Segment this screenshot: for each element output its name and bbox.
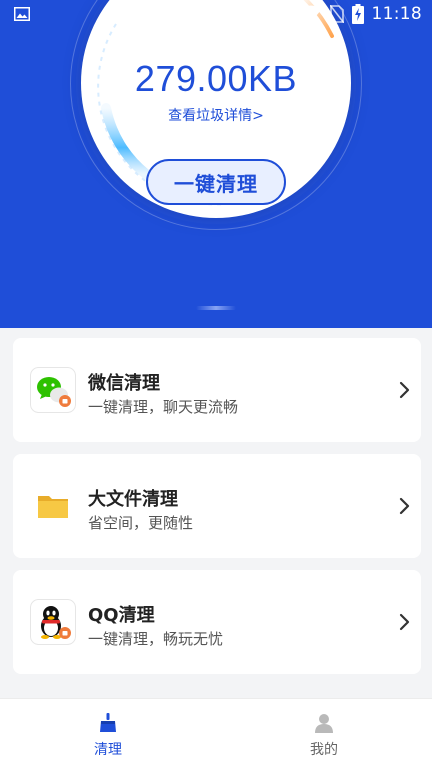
card-title: QQ清理 [88,605,155,626]
clock: 11:18 [371,4,422,24]
tab-label: 我的 [310,742,338,758]
chevron-right-icon [399,381,410,399]
chevron-right-icon [399,613,410,631]
wechat-icon [30,367,76,413]
no-sim-icon [329,5,344,23]
junk-size-value: 279.00KB [134,58,298,99]
user-icon [315,714,333,733]
qq-icon [30,599,76,645]
hero-indicator [196,306,236,310]
app-screen: 11:18 279.00KB 查看垃圾详情> 一键清理 微信清理 一键清理，聊天… [0,0,432,768]
broom-icon [100,713,116,732]
wifi-icon [300,5,321,22]
card-subtitle: 省空间，更随性 [88,514,194,532]
card-title: 微信清理 [88,373,160,394]
bottom-navigation: 清理 我的 [0,698,432,768]
chevron-right-icon [399,497,410,515]
view-junk-details-link[interactable]: 查看垃圾详情> [81,105,351,125]
folder-icon [38,496,68,518]
battery-charging-icon [351,4,364,24]
status-icons: 11:18 [300,4,423,24]
card-subtitle: 一键清理，聊天更流畅 [88,398,239,416]
hero-header: 11:18 279.00KB 查看垃圾详情> 一键清理 [0,0,432,328]
qq-clean-card[interactable]: QQ清理 一键清理，畅玩无忧 [13,570,421,674]
tab-label: 清理 [94,742,122,758]
status-bar: 11:18 [0,0,432,30]
image-icon [14,7,30,21]
tab-clean[interactable]: 清理 [0,699,216,768]
card-subtitle: 一键清理，畅玩无忧 [88,630,224,648]
large-file-clean-card[interactable]: 大文件清理 省空间，更随性 [13,454,421,558]
card-title: 大文件清理 [88,489,178,510]
wechat-clean-card[interactable]: 微信清理 一键清理，聊天更流畅 [13,338,421,442]
one-click-clean-button[interactable]: 一键清理 [146,159,286,205]
tab-mine[interactable]: 我的 [216,699,432,768]
